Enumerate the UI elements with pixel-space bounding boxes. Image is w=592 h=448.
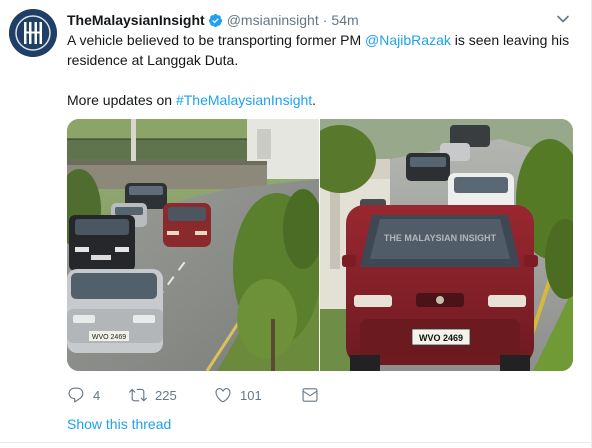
reply-count: 4 [93, 387, 101, 403]
tweet-text-segment: More updates on [67, 92, 176, 108]
like-count: 101 [240, 387, 262, 403]
display-name[interactable]: TheMalaysianInsight [67, 12, 205, 28]
malaysian-insight-logo-icon [9, 9, 57, 57]
tweet-actions: 4 225 101 [67, 384, 323, 406]
mention-at: @ [365, 32, 380, 48]
photo-left[interactable]: WVO 2469 [67, 119, 319, 371]
tweet-text-segment: A vehicle believed to be transporting fo… [67, 32, 366, 48]
verified-badge-icon [208, 13, 223, 28]
tweet[interactable]: TheMalaysianInsight @msianinsight · 54m … [0, 0, 592, 448]
direct-message-button[interactable] [301, 386, 323, 404]
timestamp[interactable]: 54m [331, 12, 358, 28]
avatar[interactable] [9, 9, 57, 57]
tweet-header: TheMalaysianInsight @msianinsight · 54m [67, 10, 359, 30]
tweet-text-segment: . [312, 92, 317, 108]
tweet-text-line-2: residence at Langgak Duta. [67, 52, 239, 68]
reply-icon [67, 386, 85, 404]
reply-button[interactable]: 4 [67, 386, 129, 404]
retweet-count: 225 [155, 387, 177, 403]
hashtag-link[interactable]: #TheMalaysianInsight [176, 92, 312, 108]
tweet-text-spacer [67, 70, 577, 90]
chevron-down-icon[interactable] [556, 12, 570, 26]
number-plate-left: WVO 2469 [92, 334, 126, 341]
heart-icon [214, 386, 232, 404]
retweet-icon [129, 386, 147, 404]
like-button[interactable]: 101 [214, 386, 301, 404]
tweet-text-line-1: A vehicle believed to be transporting fo… [67, 30, 577, 50]
show-thread-link[interactable]: Show this thread [67, 416, 171, 432]
tweet-text-line-3: More updates on #TheMalaysianInsight. [67, 90, 577, 110]
number-plate-right: WVO 2469 [419, 333, 463, 343]
retweet-button[interactable]: 225 [129, 386, 214, 404]
watermark-text: THE MALAYSIAN INSIGHT [384, 233, 497, 243]
mention-link[interactable]: @NajibRazak [365, 32, 451, 48]
envelope-icon [301, 386, 319, 404]
tweet-text-segment: is seen leaving his [450, 32, 570, 48]
mention-name: NajibRazak [379, 32, 451, 48]
street-photo-left: WVO 2469 [67, 119, 319, 371]
tweet-text: A vehicle believed to be transporting fo… [67, 30, 577, 110]
handle[interactable]: @msianinsight [227, 12, 319, 28]
photo-right[interactable]: THE MALAYSIAN INSIGHT WVO 2469 [320, 119, 573, 371]
media-grid: WVO 2469 THE MALAYSIAN INSIGHT WVO 2469 [67, 119, 573, 371]
divider [0, 442, 592, 443]
separator-dot: · [322, 12, 328, 28]
street-photo-right: THE MALAYSIAN INSIGHT WVO 2469 [320, 119, 573, 371]
